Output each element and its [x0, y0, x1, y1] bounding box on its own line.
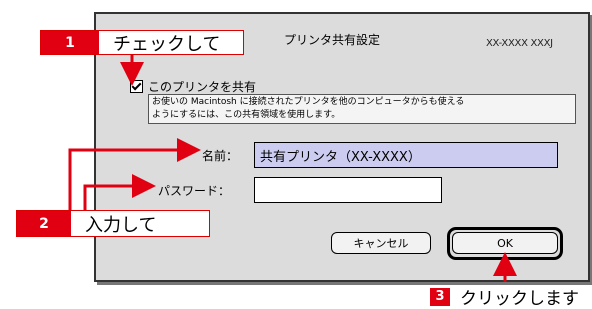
step-3-text: クリックします	[460, 289, 579, 309]
callout-step-3: 3 クリックします	[430, 284, 579, 309]
step-1-text: チェックして	[113, 33, 221, 55]
callout-step-2: 2 入力して	[16, 210, 210, 237]
step-1-number: 1	[41, 31, 99, 54]
arrow-to-password-field	[83, 174, 156, 210]
step-2-text: 入力して	[85, 214, 157, 236]
step-2-number: 2	[17, 211, 71, 236]
step-3-number: 3	[430, 287, 450, 306]
arrow-to-name-field	[68, 138, 201, 210]
callout-step-1: 1 チェックして	[40, 30, 244, 55]
